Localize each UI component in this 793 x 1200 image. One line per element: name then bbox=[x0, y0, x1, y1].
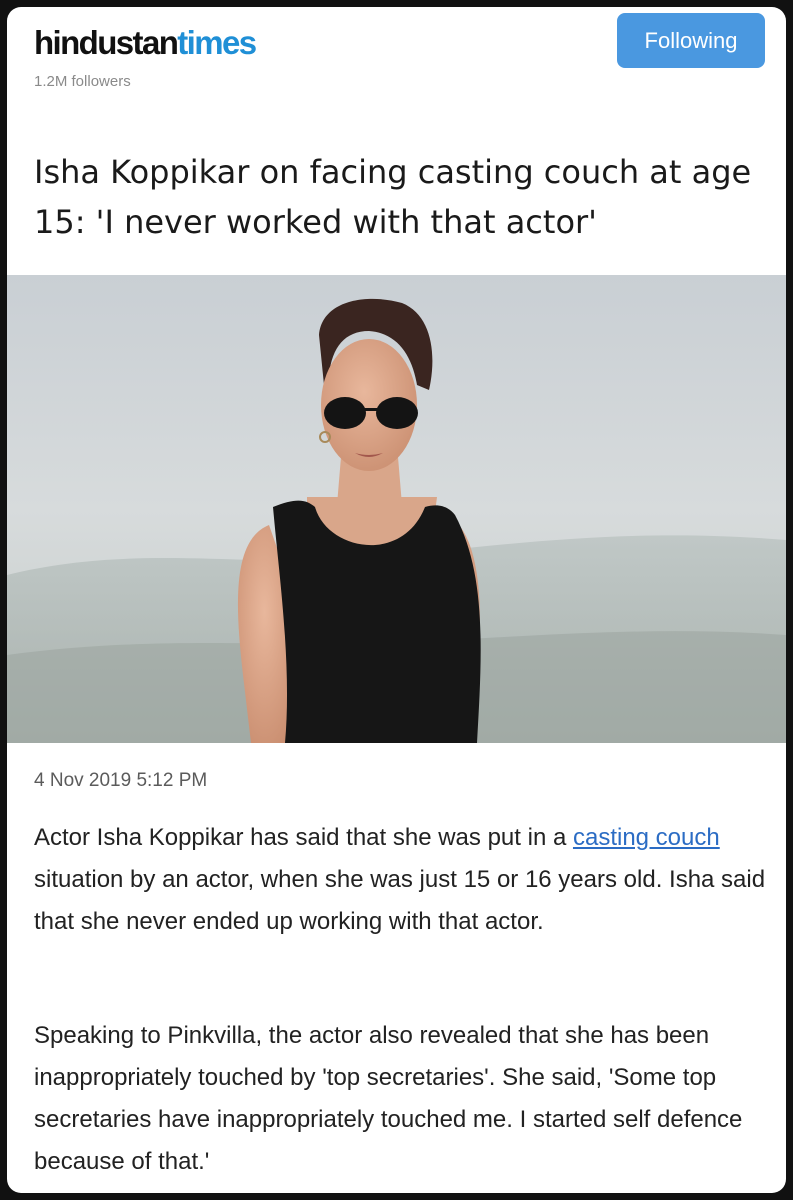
article-hero-image[interactable] bbox=[7, 275, 786, 743]
casting-couch-link[interactable]: casting couch bbox=[573, 824, 720, 851]
follower-count: 1.2M followers bbox=[34, 73, 131, 90]
article-headline[interactable]: Isha Koppikar on facing casting couch at… bbox=[34, 147, 774, 247]
article-paragraph-2: Speaking to Pinkvilla, the actor also re… bbox=[34, 1022, 743, 1175]
paragraph-1-lead-text: Actor Isha Koppikar has said that she wa… bbox=[34, 824, 573, 851]
article-paragraph-1: Actor Isha Koppikar has said that she wa… bbox=[34, 817, 774, 943]
article-card: hindustantimes 1.2M followers Following … bbox=[7, 7, 786, 1193]
logo-text-times: times bbox=[177, 24, 257, 61]
publisher-logo[interactable]: hindustantimes bbox=[34, 21, 257, 65]
following-button[interactable]: Following bbox=[617, 13, 765, 68]
publisher-header: hindustantimes 1.2M followers Following bbox=[7, 7, 786, 127]
publish-timestamp: 4 Nov 2019 5:12 PM bbox=[34, 770, 208, 791]
logo-text-hindustan: hindustan bbox=[34, 24, 179, 61]
paragraph-1-tail-text: situation by an actor, when she was just… bbox=[34, 866, 766, 935]
